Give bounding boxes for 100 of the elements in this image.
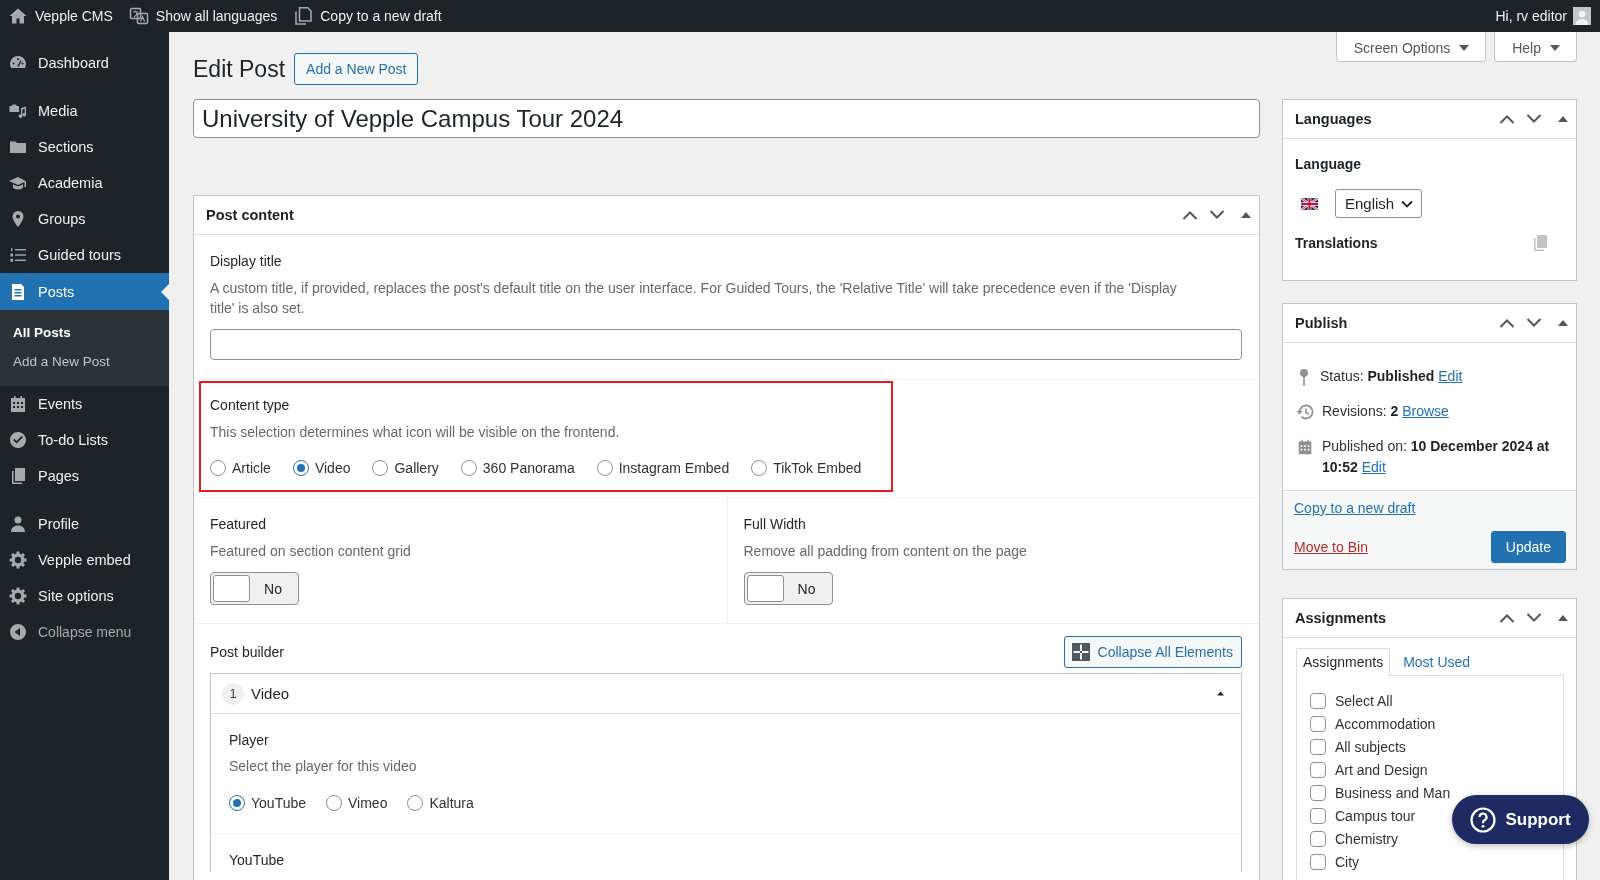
publish-row-link[interactable]: Browse [1402,403,1449,419]
menu-item[interactable]: Sections [0,129,169,165]
field-label: Content type [210,396,291,415]
publish-row-link[interactable]: Edit [1438,368,1463,384]
radio-label: Vimeo [348,794,388,813]
chevron-down-icon[interactable] [1526,613,1542,623]
chevron-up-icon[interactable] [1499,318,1515,328]
radio-button[interactable] [210,460,226,476]
menu-item[interactable]: Media [0,93,169,129]
admin-bar-link[interactable]: Copy to a new draft [285,0,450,32]
radio-label: Gallery [394,459,439,478]
field-description: Remove all padding from content on the page [743,542,1028,561]
display-title-field[interactable] [210,329,1242,360]
checkbox-label: City [1335,853,1360,870]
update-button[interactable]: Update [1490,531,1566,563]
radio-label: TikTok Embed [773,459,862,478]
menu-item[interactable]: Posts [0,273,169,310]
checkbox[interactable] [1310,830,1326,847]
person-icon [8,514,28,534]
menu-item[interactable]: Academia [0,165,169,201]
radio-label: Instagram Embed [618,459,730,478]
radio-button[interactable] [372,460,389,476]
checkbox[interactable] [1310,715,1326,732]
caret-up-icon[interactable] [1558,116,1568,122]
checkbox-label: Chemistry [1335,830,1398,847]
move-to-bin-link[interactable]: Move to Bin [1294,539,1368,555]
chevron-down-icon [1401,199,1414,208]
numbered-list-icon [8,245,28,265]
chevron-up-icon[interactable] [1182,210,1198,220]
screen-meta-button[interactable]: Help [1494,32,1577,62]
chevron-up-icon[interactable] [1499,114,1515,124]
menu-item[interactable]: Vepple embed [0,542,169,578]
menu-item[interactable]: Guided tours [0,237,169,273]
chevron-down-icon[interactable] [1209,210,1225,220]
copy-icon [293,6,314,26]
checkbox[interactable] [1310,738,1326,755]
toggle-switch[interactable]: No [743,572,833,605]
radio-button[interactable] [229,795,245,811]
account-menu[interactable]: Hi, rv editor [1487,0,1600,32]
checkbox-label: Select All [1335,692,1393,709]
menu-item[interactable]: Site options [0,578,169,614]
menu-item[interactable]: Profile [0,506,169,542]
menu-item[interactable]: To-do Lists [0,422,169,458]
post-title-field[interactable]: University of Vepple Campus Tour 2024 [193,99,1260,138]
toggle-switch[interactable]: No [210,572,299,605]
radio-button[interactable] [326,795,342,811]
history-icon [1296,403,1314,421]
caret-up-icon[interactable] [1241,212,1251,218]
gear-icon [8,586,28,606]
radio-button[interactable] [751,460,768,476]
menu-item[interactable]: Events [0,386,169,422]
element-number: 1 [222,682,244,705]
radio-button[interactable] [407,795,424,811]
radio-label: YouTube [251,794,306,813]
checkbox[interactable] [1310,807,1326,824]
switch-knob [746,575,784,602]
admin-bar-link[interactable]: Show all languages [120,0,286,32]
caret-up-icon[interactable] [1217,691,1224,696]
avatar-icon [1573,7,1591,25]
screen-meta-button[interactable]: Screen Options [1335,32,1487,62]
chevron-down-icon[interactable] [1526,318,1542,328]
radio-button[interactable] [460,460,477,476]
stacked-pages-icon[interactable] [1532,234,1548,252]
caret-up-icon[interactable] [1558,320,1568,326]
radio-button[interactable] [596,460,613,476]
publish-row-link[interactable]: Edit [1361,459,1386,475]
panel-title: Assignments [1295,610,1387,626]
collapse-all-button[interactable]: Collapse All Elements [1063,636,1242,668]
chevron-up-icon[interactable] [1499,613,1515,623]
switch-knob [213,575,250,602]
checkbox[interactable] [1310,761,1326,778]
checkbox[interactable] [1310,692,1326,709]
submenu-item[interactable]: Add a New Post [0,347,169,376]
field-description: Featured on section content grid [210,542,412,561]
copy-draft-link[interactable]: Copy to a new draft [1294,500,1416,516]
page-title: Edit Post [193,55,286,84]
calendar-icon [1296,438,1314,456]
field-label: Post builder [210,643,284,662]
panel-title: Publish [1295,315,1348,331]
publish-info-text: Revisions: 2 Browse [1322,402,1449,421]
tab[interactable]: Assignments [1296,648,1391,676]
submenu-item[interactable]: All Posts [0,318,169,347]
admin-bar-link[interactable]: Vepple CMS [0,0,121,32]
collapse-menu-button[interactable]: Collapse menu [0,614,169,650]
menu-item[interactable]: Pages [0,458,169,494]
tab[interactable]: Most Used [1396,648,1478,675]
menu-item[interactable]: Dashboard [0,45,169,81]
radio-label: 360 Panorama [482,459,575,478]
radio-button[interactable] [292,460,309,476]
chevron-down-icon[interactable] [1526,114,1542,124]
checkbox[interactable] [1310,784,1326,801]
checkbox-label: All subjects [1335,738,1406,755]
add-new-post-button[interactable]: Add a New Post [294,53,419,85]
checkbox[interactable] [1310,853,1326,870]
menu-item[interactable]: Groups [0,201,169,237]
caret-up-icon[interactable] [1558,615,1568,621]
language-select[interactable]: English [1335,189,1423,218]
field-label: Language [1295,155,1363,174]
support-button[interactable]: Support [1452,795,1589,844]
panel-title: Languages [1295,111,1372,127]
